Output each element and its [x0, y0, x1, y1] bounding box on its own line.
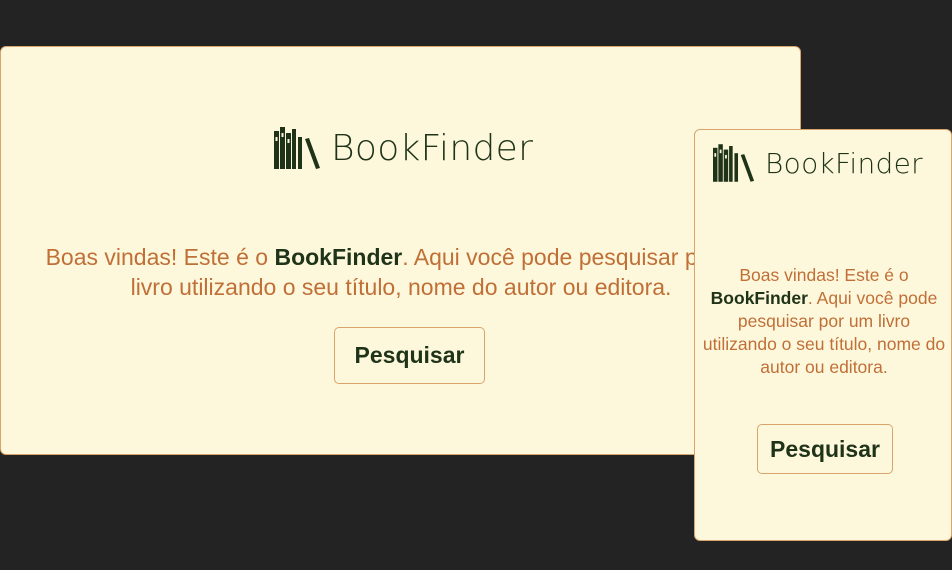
desktop-card: BookFinder Boas vindas! Este é o BookFin…: [0, 46, 801, 455]
mobile-logo-text: BookFinder: [765, 146, 923, 180]
mobile-search-button[interactable]: Pesquisar: [757, 424, 893, 474]
desktop-logo: BookFinder: [274, 125, 533, 171]
desktop-logo-text: BookFinder: [331, 127, 534, 169]
desktop-search-button[interactable]: Pesquisar: [334, 327, 485, 384]
mobile-logo: BookFinder: [713, 143, 923, 183]
welcome-text-start: Boas vindas! Este é o: [739, 264, 909, 285]
mobile-card: BookFinder Boas vindas! Este é o BookFin…: [694, 129, 952, 541]
books-shelf-icon: [713, 144, 755, 182]
mobile-welcome-message: Boas vindas! Este é o BookFinder. Aqui v…: [701, 264, 947, 379]
books-shelf-icon: [274, 127, 321, 169]
welcome-brand-name: BookFinder: [710, 287, 808, 308]
desktop-welcome-message: Boas vindas! Este é o BookFinder. Aqui v…: [31, 242, 771, 302]
welcome-text-start: Boas vindas! Este é o: [45, 244, 275, 270]
welcome-brand-name: BookFinder: [274, 244, 403, 270]
